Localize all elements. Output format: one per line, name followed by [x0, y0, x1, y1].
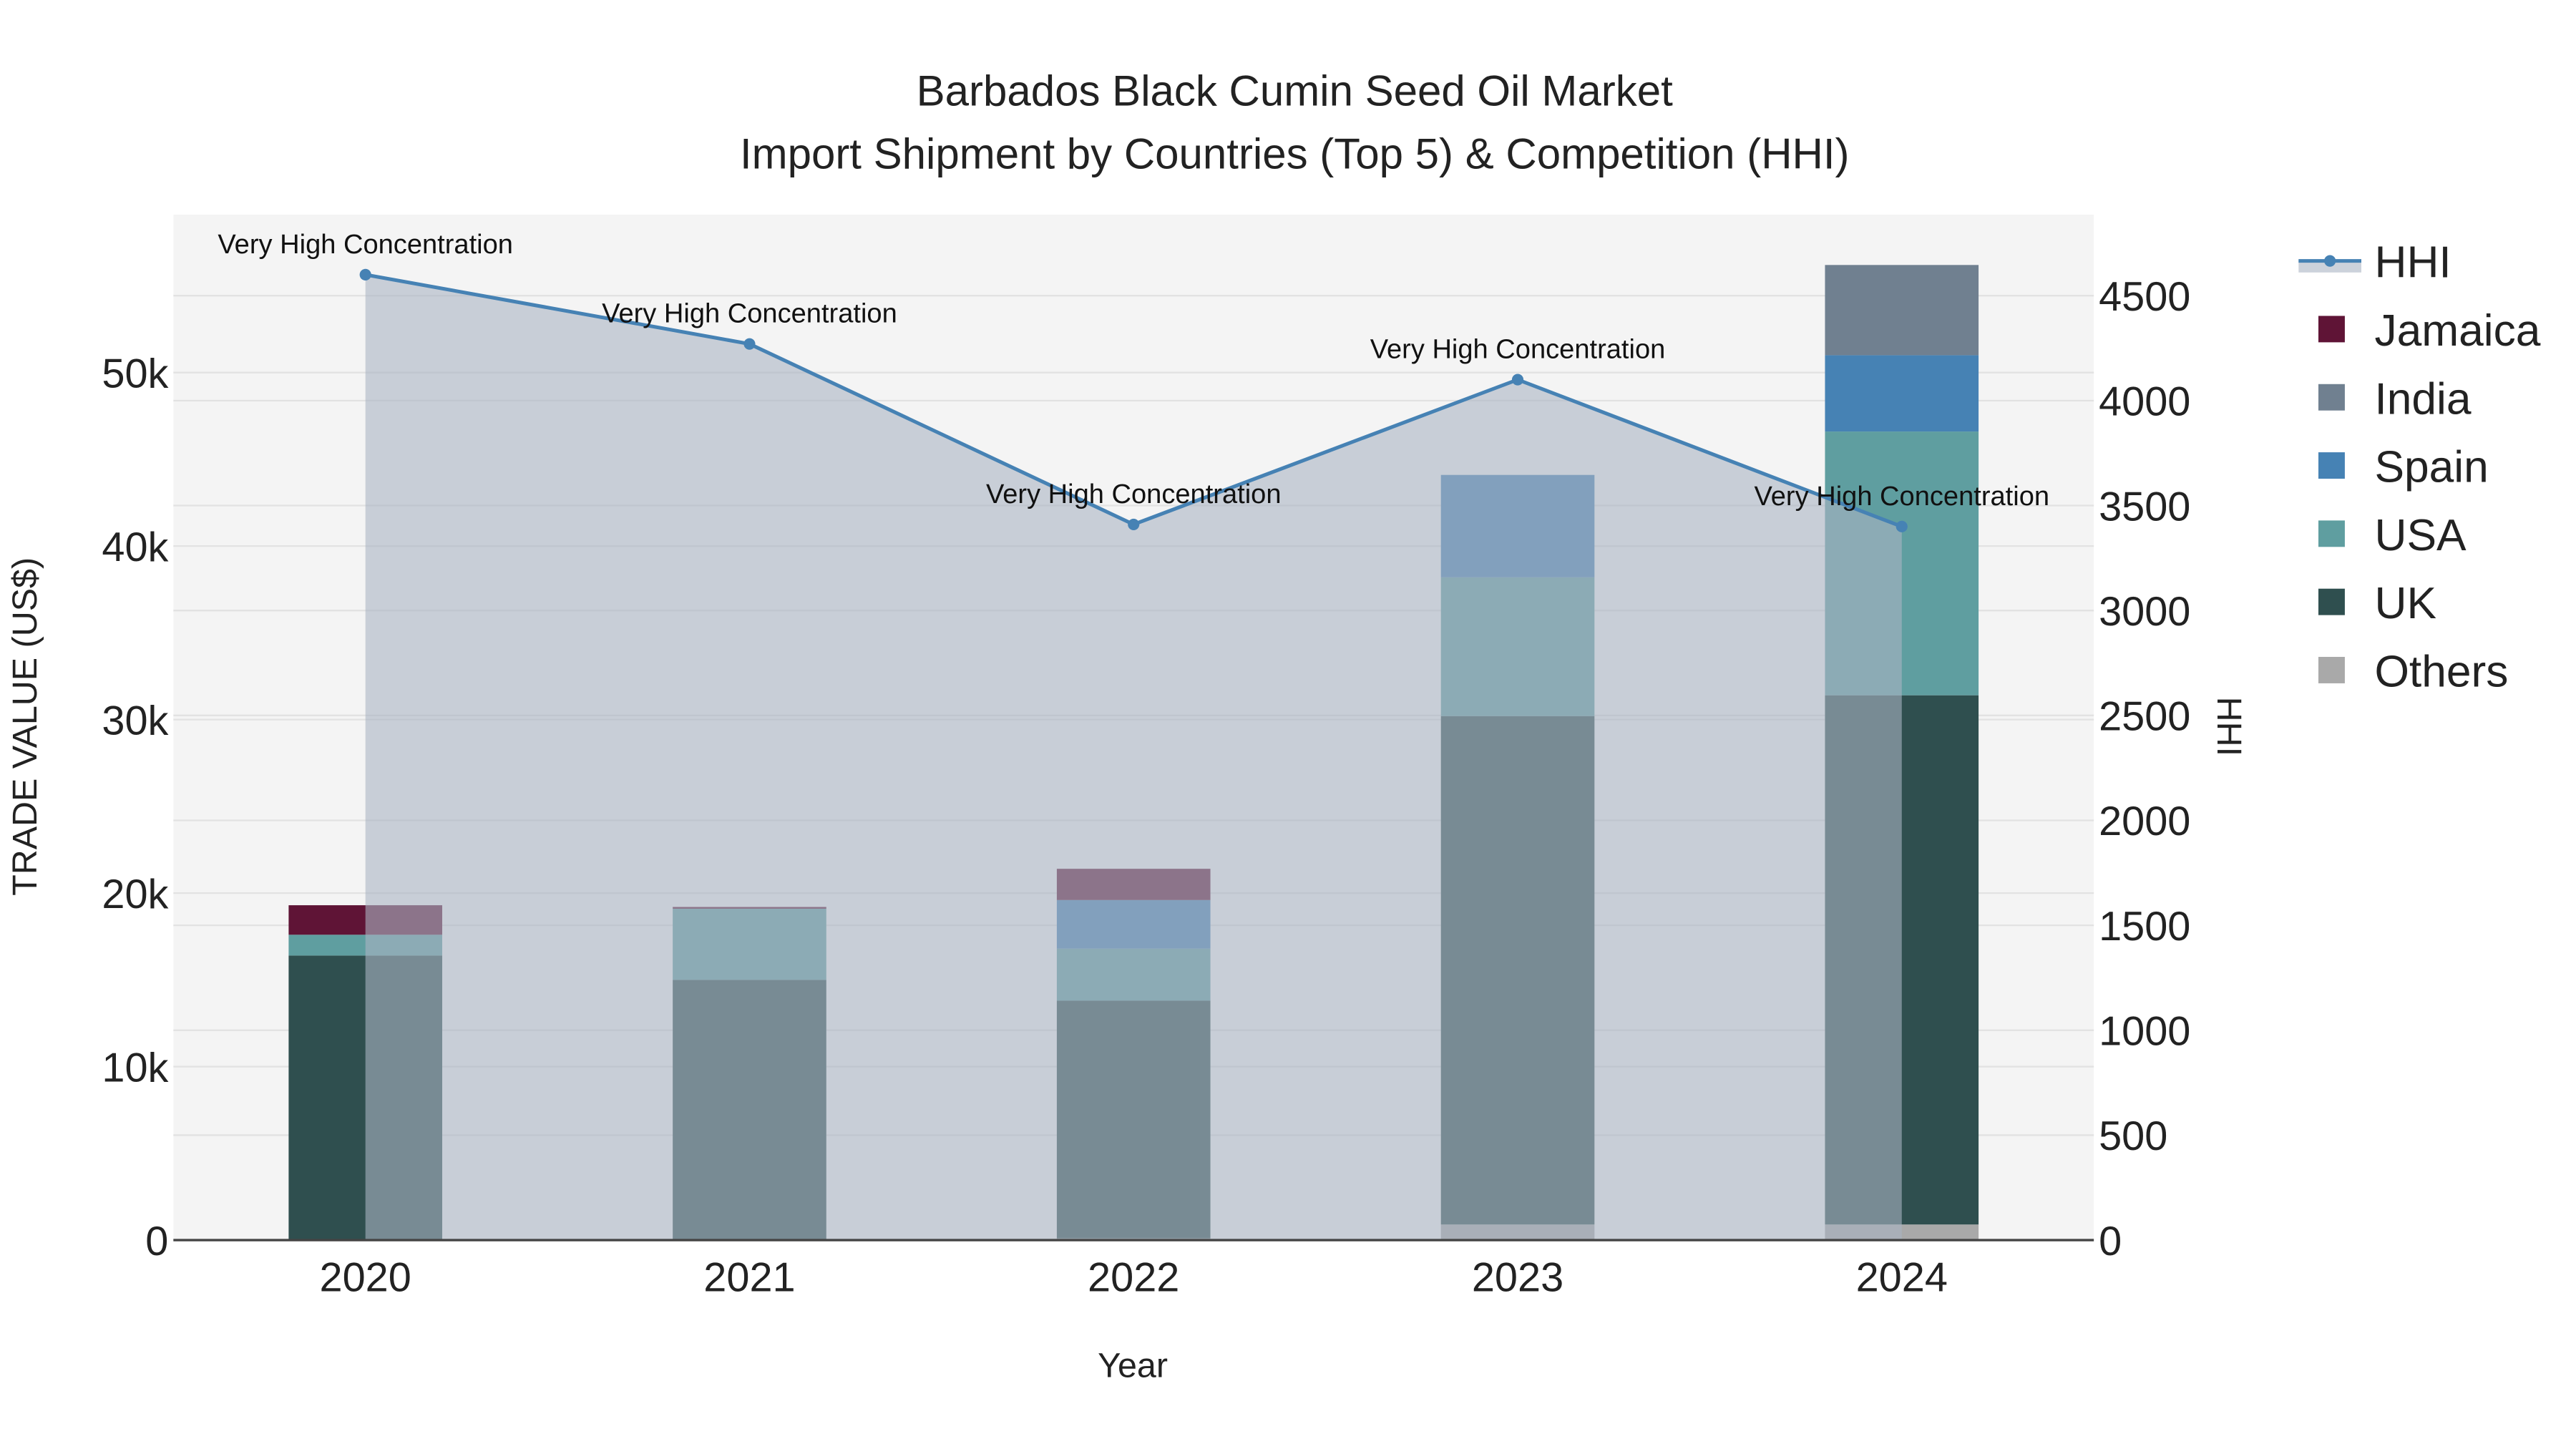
- x-ticks: 2020 2021 2022 2023 2024: [320, 1255, 1948, 1301]
- legend-swatch-jamaica: [2318, 316, 2345, 343]
- hhi-point-2020: [359, 268, 371, 280]
- y2-axis-label: HHI: [2210, 697, 2248, 756]
- bar-spain-2024: [1825, 355, 1979, 432]
- y2-tick-label: 2000: [2099, 799, 2190, 844]
- legend-label: India: [2374, 374, 2471, 424]
- legend-label: UK: [2374, 579, 2436, 628]
- hhi-annotation: Very High Concentration: [986, 479, 1282, 509]
- legend-swatch-others: [2318, 657, 2345, 683]
- y-tick-label: 20k: [102, 872, 168, 917]
- y2-tick-label: 3000: [2099, 589, 2190, 635]
- legend-label: Others: [2374, 648, 2508, 697]
- legend-item-india: India: [2318, 374, 2472, 424]
- legend: HHI Jamaica India Spain USA UK Others: [2298, 238, 2541, 697]
- y2-ticks: 0 500 1000 1500 2000 2500 3000 3500 4000 4500: [2099, 274, 2190, 1264]
- y2-tick-label: 2500: [2099, 694, 2190, 740]
- x-axis-label: Year: [1098, 1347, 1168, 1385]
- y-tick-label: 30k: [102, 698, 168, 743]
- hhi-point-2022: [1128, 518, 1140, 530]
- legend-hhi-marker: [2324, 255, 2336, 267]
- hhi-point-2023: [1511, 374, 1524, 386]
- y-axis-label: TRADE VALUE (US$): [6, 557, 44, 896]
- legend-label: Spain: [2374, 443, 2488, 492]
- legend-item-others: Others: [2318, 648, 2508, 697]
- hhi-annotation: Very High Concentration: [1754, 482, 2049, 512]
- hhi-annotation: Very High Concentration: [602, 299, 897, 329]
- hhi-point-2021: [743, 338, 756, 350]
- legend-swatch-uk: [2318, 588, 2345, 615]
- hhi-annotation: Very High Concentration: [218, 230, 513, 260]
- legend-label: HHI: [2374, 238, 2451, 288]
- y-ticks: 0 10k 20k 30k 40k 50k: [102, 351, 168, 1264]
- legend-item-spain: Spain: [2318, 443, 2489, 492]
- x-tick-label: 2023: [1472, 1255, 1563, 1301]
- y2-tick-label: 1000: [2099, 1009, 2190, 1055]
- legend-label: Jamaica: [2374, 306, 2540, 356]
- y2-tick-label: 1500: [2099, 904, 2190, 950]
- x-tick-label: 2024: [1856, 1255, 1948, 1301]
- y2-tick-label: 0: [2099, 1219, 2122, 1264]
- legend-swatch-india: [2318, 384, 2345, 411]
- legend-item-uk: UK: [2318, 579, 2436, 628]
- y-tick-label: 40k: [102, 525, 168, 570]
- chart-subtitle: Import Shipment by Countries (Top 5) & C…: [740, 130, 1850, 177]
- legend-swatch-usa: [2318, 520, 2345, 547]
- legend-item-usa: USA: [2318, 511, 2467, 560]
- legend-label: USA: [2374, 511, 2467, 560]
- x-tick-label: 2020: [320, 1255, 411, 1301]
- legend-swatch-spain: [2318, 452, 2345, 479]
- y2-tick-label: 500: [2099, 1113, 2167, 1159]
- x-tick-label: 2022: [1088, 1255, 1179, 1301]
- legend-item-jamaica: Jamaica: [2318, 306, 2541, 356]
- y-tick-label: 0: [145, 1219, 168, 1264]
- chart: Barbados Black Cumin Seed Oil Market Imp…: [6, 67, 2541, 1385]
- x-tick-label: 2021: [703, 1255, 795, 1301]
- y2-tick-label: 3500: [2099, 484, 2190, 530]
- y2-tick-label: 4500: [2099, 274, 2190, 320]
- hhi-point-2024: [1896, 520, 1908, 532]
- y-tick-label: 10k: [102, 1045, 168, 1091]
- hhi-annotation: Very High Concentration: [1370, 335, 1666, 365]
- y-tick-label: 50k: [102, 351, 168, 396]
- bar-india-2024: [1825, 265, 1979, 356]
- legend-item-hhi: HHI: [2298, 238, 2451, 288]
- chart-title: Barbados Black Cumin Seed Oil Market: [917, 67, 1673, 115]
- y2-tick-label: 4000: [2099, 379, 2190, 425]
